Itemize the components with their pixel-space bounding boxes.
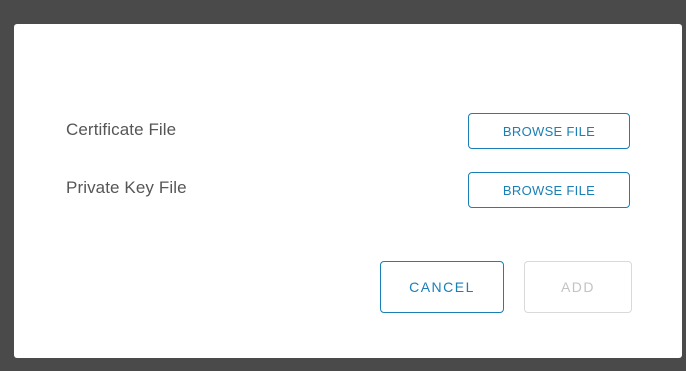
browse-certificate-file-button[interactable]: BROWSE FILE <box>468 113 630 149</box>
private-key-file-label: Private Key File <box>66 178 187 197</box>
browse-private-key-file-button[interactable]: BROWSE FILE <box>468 172 630 208</box>
upload-certificate-dialog: Certificate File BROWSE FILE Private Key… <box>14 24 682 358</box>
certificate-file-label: Certificate File <box>66 120 177 139</box>
add-button[interactable]: ADD <box>524 261 632 313</box>
cancel-button[interactable]: CANCEL <box>380 261 504 313</box>
